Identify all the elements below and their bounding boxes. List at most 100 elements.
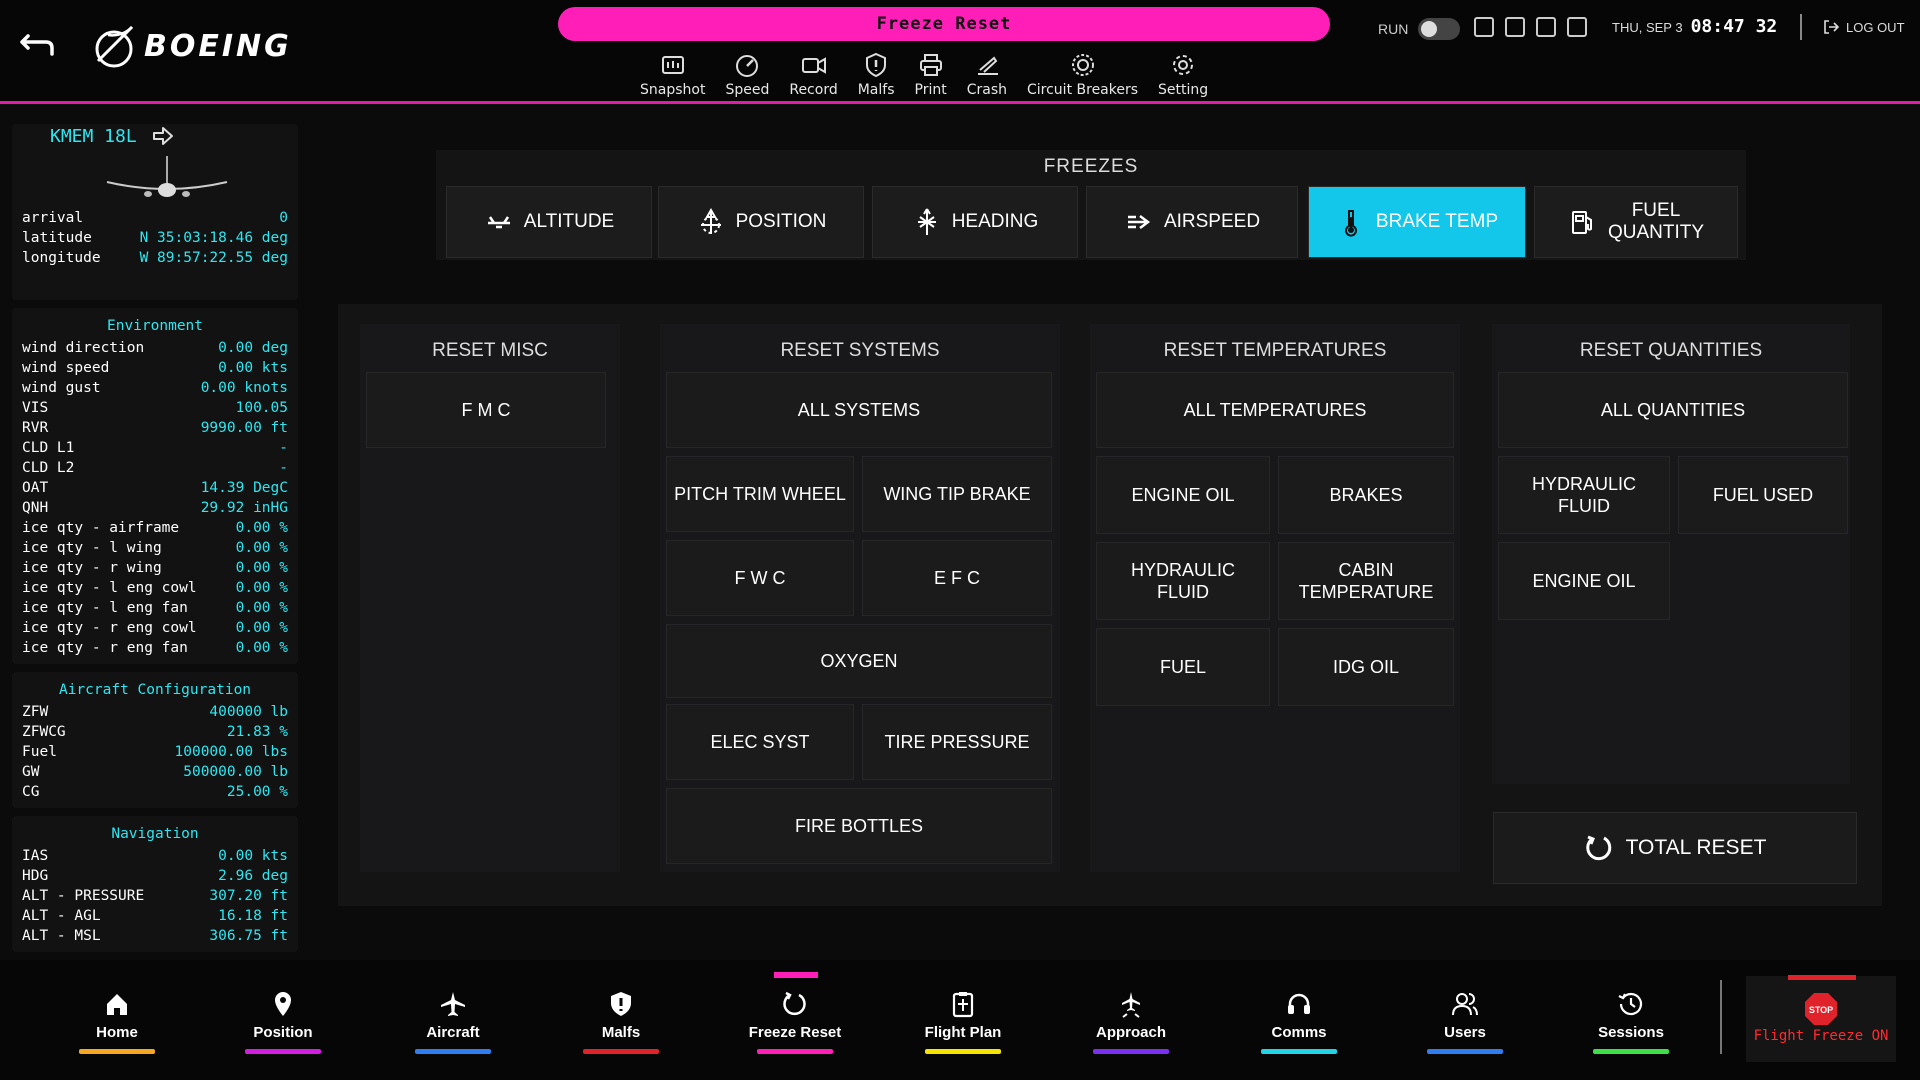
- freeze-airspeed-button[interactable]: AIRSPEED: [1086, 186, 1298, 258]
- navigation-panel: Navigation IAS 0.00 kts HDG 2.96 deg ALT - P…: [12, 816, 298, 952]
- nav-flight-plan[interactable]: Flight Plan: [908, 990, 1018, 1054]
- reset-brakes-button[interactable]: BRAKES: [1278, 456, 1454, 534]
- altitude-icon: [487, 216, 510, 229]
- layout-split-top-icon[interactable]: [1505, 17, 1525, 37]
- reset-cabin-temperature-button[interactable]: CABIN TEMPERATURE: [1278, 542, 1454, 620]
- row-key: CLD L2: [22, 460, 75, 476]
- freeze-heading-button[interactable]: HEADING: [872, 186, 1078, 258]
- toolbar-label: Crash: [966, 82, 1007, 98]
- run-switch[interactable]: [1418, 18, 1461, 40]
- row-value: N 35:03:18.46 deg: [139, 230, 288, 246]
- sidebar-row: HDG 2.96 deg: [22, 866, 288, 886]
- toolbar-malfs[interactable]: Malfs: [858, 52, 895, 100]
- reset-hydraulic-fluid-temp-button[interactable]: HYDRAULIC FLUID: [1096, 542, 1270, 620]
- thermometer-icon: [1344, 210, 1357, 237]
- clock-date: THU, SEP 3: [1612, 20, 1683, 35]
- flight-freeze-label: Flight Freeze ON: [1753, 1028, 1889, 1044]
- row-key: CLD L1: [22, 440, 75, 456]
- row-value: 306.75 ft: [209, 928, 288, 944]
- reset-hydraulic-fluid-qty-button[interactable]: HYDRAULIC FLUID: [1498, 456, 1670, 534]
- reset-wing-tip-brake-button[interactable]: WING TIP BRAKE: [862, 456, 1052, 532]
- home-icon: [107, 994, 127, 1015]
- nav-underline: [245, 1049, 321, 1054]
- sidebar-row: longitude W 89:57:22.55 deg: [22, 248, 288, 268]
- sidebar-row: ice qty - l eng cowl 0.00 %: [22, 578, 288, 598]
- nav-comms[interactable]: Comms: [1244, 990, 1354, 1054]
- run-toggle[interactable]: RUN: [1378, 18, 1461, 40]
- toolbar-circuit-breakers[interactable]: Circuit Breakers: [1027, 52, 1138, 100]
- layout-split-left-icon[interactable]: [1474, 17, 1494, 37]
- malfs-icon: [611, 992, 631, 1016]
- row-value: 500000.00 lb: [183, 764, 288, 780]
- nav-malfs[interactable]: Malfs: [566, 990, 676, 1054]
- row-key: ice qty - airframe: [22, 520, 180, 536]
- users-icon: [1452, 993, 1478, 1016]
- reset-fwc-button[interactable]: F W C: [666, 540, 854, 616]
- reset-engine-oil-temp-button[interactable]: ENGINE OIL: [1096, 456, 1270, 534]
- reset-all-temperatures-button[interactable]: ALL TEMPERATURES: [1096, 372, 1454, 448]
- arrow-right-icon[interactable]: [151, 124, 175, 148]
- toolbar-label: Malfs: [857, 82, 895, 98]
- nav-freeze-reset[interactable]: Freeze Reset: [740, 990, 850, 1054]
- malfs-icon: [866, 52, 887, 78]
- nav-label: Home: [96, 1024, 138, 1041]
- row-value: 16.18 ft: [218, 908, 288, 924]
- nav-position[interactable]: Position: [228, 990, 338, 1054]
- reset-fuel-temp-button[interactable]: FUEL: [1096, 628, 1270, 706]
- sidebar-row: ZFW 400000 lb: [22, 702, 288, 722]
- nav-aircraft[interactable]: Aircraft: [398, 990, 508, 1054]
- sidebar-row: latitude N 35:03:18.46 deg: [22, 228, 288, 248]
- reset-fire-bottles-button[interactable]: FIRE BOTTLES: [666, 788, 1052, 864]
- row-value: 307.20 ft: [209, 888, 288, 904]
- logout-button[interactable]: LOG OUT: [1822, 18, 1905, 36]
- toolbar-crash[interactable]: Crash: [967, 52, 1007, 100]
- row-key: QNH: [22, 500, 49, 516]
- nav-users[interactable]: Users: [1410, 990, 1520, 1054]
- reset-pitch-trim-wheel-button[interactable]: PITCH TRIM WHEEL: [666, 456, 854, 532]
- layout-split-right-icon[interactable]: [1567, 17, 1587, 37]
- reset-all-quantities-button[interactable]: ALL QUANTITIES: [1498, 372, 1848, 448]
- toolbar-record[interactable]: Record: [789, 52, 838, 100]
- row-value: 0.00 %: [235, 540, 288, 556]
- reset-idg-oil-button[interactable]: IDG OIL: [1278, 628, 1454, 706]
- row-value: 0.00 %: [235, 640, 288, 656]
- sidebar-row: ALT - AGL 16.18 ft: [22, 906, 288, 926]
- reset-all-systems-button[interactable]: ALL SYSTEMS: [666, 372, 1052, 448]
- reset-fuel-used-button[interactable]: FUEL USED: [1678, 456, 1848, 534]
- airplane-icon: [441, 992, 465, 1016]
- position-panel: KMEM 18L arrival 0 latitude N 35:03:18.46 …: [12, 124, 298, 300]
- nav-sessions[interactable]: Sessions: [1576, 990, 1686, 1054]
- stop-sign-icon: STOP: [1805, 993, 1837, 1025]
- freeze-altitude-button[interactable]: ALTITUDE: [446, 186, 652, 258]
- row-key: longitude: [22, 250, 101, 266]
- reset-fmc-button[interactable]: F M C: [366, 372, 606, 448]
- toolbar-snapshot[interactable]: Snapshot: [640, 52, 705, 100]
- freeze-brake-temp-button[interactable]: BRAKE TEMP: [1308, 186, 1526, 258]
- freeze-position-button[interactable]: POSITION: [658, 186, 864, 258]
- reset-systems-title: RESET SYSTEMS: [780, 340, 940, 361]
- nav-underline: [1261, 1049, 1337, 1054]
- reset-elec-syst-button[interactable]: ELEC SYST: [666, 704, 854, 780]
- freeze-label: ALTITUDE: [523, 211, 615, 232]
- nav-home[interactable]: Home: [62, 990, 172, 1054]
- sidebar-row: wind direction 0.00 deg: [22, 338, 288, 358]
- nav-approach[interactable]: Approach: [1076, 990, 1186, 1054]
- freeze-label: AIRSPEED: [1163, 211, 1261, 232]
- back-arrow-icon[interactable]: [18, 26, 58, 60]
- sidebar: KMEM 18L arrival 0 latitude N 35:03:18.46 …: [12, 110, 298, 952]
- reset-misc-title: RESET MISC: [432, 340, 548, 361]
- reset-tire-pressure-button[interactable]: TIRE PRESSURE: [862, 704, 1052, 780]
- layout-split-bottom-icon[interactable]: [1536, 17, 1556, 37]
- toolbar-speed[interactable]: Speed: [725, 52, 769, 100]
- toolbar-setting[interactable]: Setting: [1158, 52, 1208, 100]
- total-reset-button[interactable]: TOTAL RESET: [1493, 812, 1857, 884]
- reset-engine-oil-qty-button[interactable]: ENGINE OIL: [1498, 542, 1670, 620]
- reset-efc-button[interactable]: E F C: [862, 540, 1052, 616]
- freeze-fuel-quantity-button[interactable]: FUEL QUANTITY: [1534, 186, 1738, 258]
- row-key: ice qty - r eng fan: [22, 640, 188, 656]
- environment-panel: Environment wind direction 0.00 deg wind s…: [12, 308, 298, 664]
- reset-oxygen-button[interactable]: OXYGEN: [666, 624, 1052, 698]
- toolbar-print[interactable]: Print: [915, 52, 947, 100]
- nav-underline: [925, 1049, 1001, 1054]
- airport-runway[interactable]: KMEM 18L: [50, 124, 288, 148]
